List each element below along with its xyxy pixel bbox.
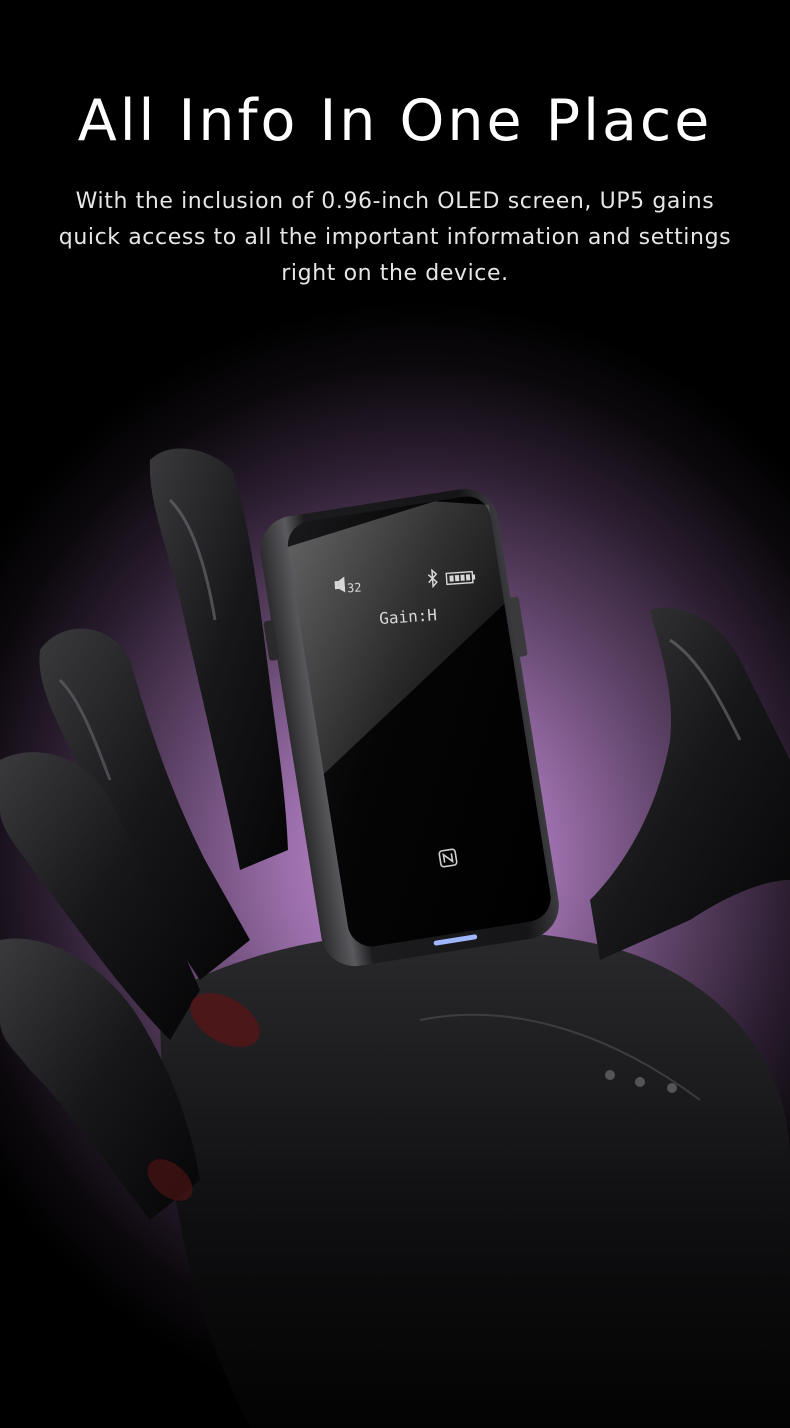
gain-status: Gain:H <box>379 605 438 628</box>
up5-device <box>260 488 559 967</box>
product-scene: 32 Gain:H <box>0 448 790 1428</box>
volume-level: 32 <box>347 580 362 595</box>
